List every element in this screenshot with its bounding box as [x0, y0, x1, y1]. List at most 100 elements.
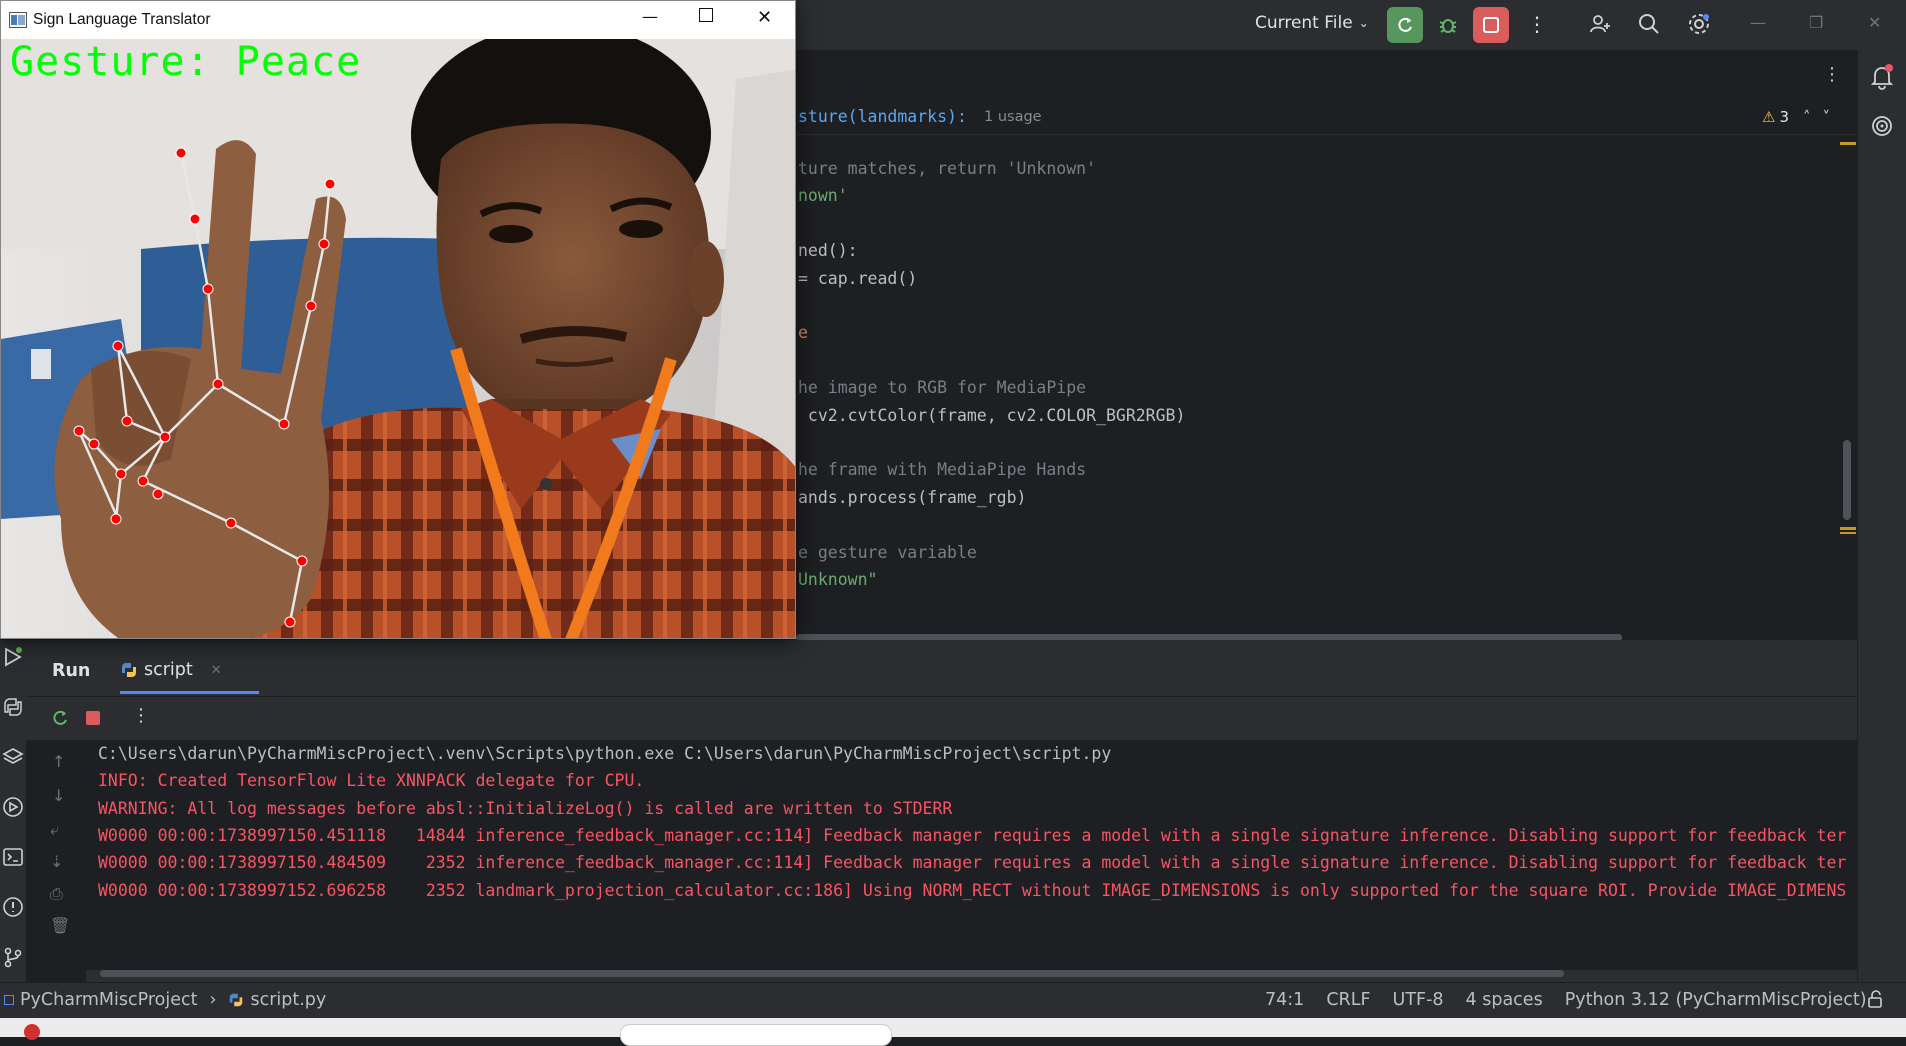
warnings-indicator[interactable]: ⚠ 3 ˄ ˅: [1762, 108, 1830, 126]
scroll-down-icon[interactable]: ↓: [52, 786, 65, 805]
close-icon[interactable]: ✕: [757, 7, 772, 28]
tab-script-label: script: [144, 660, 193, 680]
editor-vertical-scrollbar[interactable]: [1843, 440, 1851, 520]
terminal-icon[interactable]: [2, 846, 24, 872]
code-line[interactable]: ned():: [798, 241, 858, 260]
close-tab-icon[interactable]: ✕: [211, 663, 222, 678]
caret-position[interactable]: 74:1: [1265, 990, 1304, 1010]
indent-setting[interactable]: 4 spaces: [1466, 990, 1543, 1010]
add-user-icon[interactable]: [1588, 12, 1612, 40]
console-output[interactable]: C:\Users\darun\PyCharmMiscProject\.venv\…: [86, 740, 1857, 970]
code-line[interactable]: = cap.read(): [798, 269, 917, 288]
usage-hint[interactable]: 1 usage: [984, 109, 1042, 125]
line-separator[interactable]: CRLF: [1326, 990, 1370, 1010]
maximize-icon[interactable]: [699, 8, 713, 22]
chevron-up-icon[interactable]: ˄: [1803, 108, 1811, 126]
console-line: W0000 00:00:1738997152.696258 2352 landm…: [98, 880, 1847, 900]
stop-icon[interactable]: [86, 711, 100, 725]
chevron-right-icon: ›: [209, 990, 217, 1010]
console-horizontal-scrollbar[interactable]: [100, 970, 1564, 977]
rerun-icon: [1398, 17, 1412, 32]
ide-close-icon[interactable]: ✕: [1868, 13, 1881, 32]
webcam-title-bar: Sign Language Translator — ✕: [1, 1, 795, 39]
python-interpreter[interactable]: Python 3.12 (PyCharmMiscProject): [1565, 990, 1867, 1010]
breadcrumb-project[interactable]: PyCharmMiscProject: [20, 990, 197, 1010]
code-line[interactable]: he image to RGB for MediaPipe: [798, 378, 1086, 397]
layers-icon[interactable]: [2, 746, 24, 772]
warnings-count: 3: [1779, 108, 1789, 126]
python-file-icon: [230, 993, 243, 1007]
taskbar-app-icon[interactable]: [24, 1024, 40, 1040]
code-line[interactable]: e gesture variable: [798, 543, 977, 562]
search-icon[interactable]: [1637, 12, 1661, 40]
code-line[interactable]: nown': [798, 186, 848, 205]
app-window-icon: [9, 12, 27, 28]
code-line[interactable]: he frame with MediaPipe Hands: [798, 460, 1086, 479]
webcam-image: [1, 39, 795, 638]
file-encoding[interactable]: UTF-8: [1393, 990, 1444, 1010]
console-line: C:\Users\darun\PyCharmMiscProject\.venv\…: [98, 744, 1112, 763]
bug-icon: [1439, 19, 1457, 33]
project-square-icon: [4, 995, 14, 1005]
status-widgets: 74:1 CRLF UTF-8 4 spaces Python 3.12 (Py…: [1265, 990, 1867, 1010]
console-line: INFO: Created TensorFlow Lite XNNPACK de…: [98, 771, 645, 791]
breadcrumb: PyCharmMiscProject › script.py: [4, 990, 326, 1010]
console-line: W0000 00:00:1738997150.451118 14844 infe…: [98, 825, 1847, 845]
tab-script[interactable]: script ✕: [120, 660, 222, 680]
git-branch-icon[interactable]: [2, 946, 24, 972]
taskbar-search[interactable]: [620, 1024, 892, 1046]
active-tab-underline: [120, 691, 259, 694]
rerun-icon[interactable]: [50, 708, 70, 732]
scroll-up-icon[interactable]: ↑: [52, 752, 65, 771]
warning-marker[interactable]: [1840, 532, 1856, 534]
warning-marker[interactable]: [1840, 527, 1856, 530]
services-icon[interactable]: [2, 796, 24, 822]
chevron-down-icon: ⌄: [1358, 16, 1369, 30]
code-line[interactable]: e: [798, 323, 808, 342]
console-line: W0000 00:00:1738997150.484509 2352 infer…: [98, 853, 1847, 873]
webcam-window-title: Sign Language Translator: [33, 11, 211, 28]
notifications-bell-icon[interactable]: [1870, 64, 1894, 94]
run-config-label: Current File: [1255, 13, 1353, 33]
stop-icon: [1483, 17, 1499, 33]
console-side-toolbar: ↑ ↓ ⤶ ⇣ ⎙ 🗑: [26, 740, 86, 982]
ide-restore-icon[interactable]: ❐: [1809, 13, 1823, 32]
breadcrumb-file[interactable]: script.py: [250, 990, 326, 1010]
soft-wrap-icon[interactable]: ⤶: [50, 820, 59, 840]
console-line: WARNING: All log messages before absl::I…: [98, 798, 953, 818]
rerun-button[interactable]: [1387, 7, 1423, 43]
code-line[interactable]: ture matches, return 'Unknown': [798, 159, 1096, 178]
run-tool-icon[interactable]: [2, 646, 24, 672]
code-line[interactable]: Unknown": [798, 570, 877, 589]
chevron-down-icon[interactable]: ˅: [1823, 108, 1831, 126]
scroll-to-end-icon[interactable]: ⇣: [50, 852, 63, 871]
more-icon[interactable]: ⋮: [132, 705, 150, 726]
settings-gear-icon[interactable]: [1687, 12, 1711, 40]
editor-more-icon[interactable]: ⋮: [1823, 64, 1841, 85]
code-line[interactable]: ands.process(frame_rgb): [798, 488, 1026, 507]
python-file-icon: [122, 663, 136, 677]
status-bar: PyCharmMiscProject › script.py 74:1 CRLF…: [0, 982, 1906, 1019]
problems-icon[interactable]: [2, 896, 24, 922]
run-panel-header: Run script ✕: [26, 640, 1857, 697]
gesture-label: Gesture: Peace: [10, 39, 362, 85]
webcam-window[interactable]: Sign Language Translator — ✕ Gesture: Pe…: [0, 0, 796, 639]
python-console-icon[interactable]: [2, 696, 24, 722]
warning-marker[interactable]: [1840, 142, 1856, 145]
print-icon[interactable]: ⎙: [50, 884, 63, 904]
run-config-selector[interactable]: Current File ⌄: [1255, 13, 1369, 33]
ai-assistant-icon[interactable]: [1870, 114, 1894, 142]
trash-icon[interactable]: 🗑: [50, 916, 70, 935]
code-line[interactable]: cv2.cvtColor(frame, cv2.COLOR_BGR2RGB): [798, 406, 1186, 425]
ide-minimize-icon[interactable]: —: [1750, 13, 1766, 32]
debug-button[interactable]: [1430, 7, 1466, 43]
function-name: sture(landmarks):: [798, 107, 967, 126]
warning-icon: ⚠: [1762, 108, 1776, 126]
webcam-frame: Gesture: Peace: [1, 39, 795, 638]
more-actions-icon[interactable]: ⋮: [1527, 12, 1547, 36]
function-signature[interactable]: sture(landmarks):: [798, 107, 967, 126]
unlock-icon[interactable]: [1866, 990, 1884, 1013]
stop-button[interactable]: [1473, 7, 1509, 43]
left-tool-stripe: [0, 640, 26, 982]
minimize-icon[interactable]: —: [642, 7, 658, 26]
